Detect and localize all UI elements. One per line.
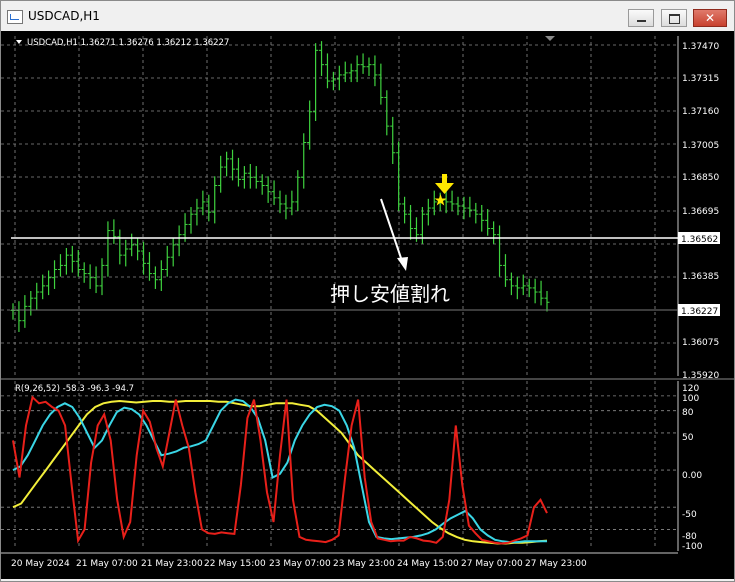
annotation-text: 押し安値割れ <box>330 282 450 306</box>
indicator-tick: 80 <box>682 408 694 418</box>
maximize-button[interactable] <box>661 9 687 27</box>
support-price-label: 1.36562 <box>681 235 718 245</box>
price-tick: 1.36695 <box>682 207 719 217</box>
chart-area[interactable]: 1.37470 1.37315 1.37160 1.37005 1.36850 … <box>1 31 734 579</box>
indicator-tick: 50 <box>682 433 694 443</box>
time-tick: 27 May 23:00 <box>525 559 587 569</box>
price-tick: 1.36850 <box>682 173 719 183</box>
indicator-tick: -80 <box>682 532 697 542</box>
time-tick: 22 May 15:00 <box>204 559 266 569</box>
indicator-tick: -50 <box>682 510 697 520</box>
indicator-header: R(9,26,52) -58.3 -96.3 -94.7 <box>15 384 134 394</box>
close-icon: ✕ <box>704 11 716 25</box>
time-tick: 23 May 07:00 <box>269 559 331 569</box>
price-tick: 1.36385 <box>682 272 719 282</box>
current-price-label: 1.36227 <box>681 307 718 317</box>
time-axis: 20 May 2024 21 May 07:00 21 May 23:00 22… <box>11 559 587 569</box>
time-tick: 21 May 07:00 <box>76 559 138 569</box>
time-tick: 20 May 2024 <box>11 559 70 569</box>
price-tick: 1.36075 <box>682 338 719 348</box>
indicator-tick: 100 <box>682 394 699 404</box>
price-tick: 1.37470 <box>682 42 719 52</box>
title-bar[interactable]: USDCAD,H1 ✕ <box>1 1 734 31</box>
close-button[interactable]: ✕ <box>693 9 727 27</box>
time-tick: 21 May 23:00 <box>141 559 203 569</box>
time-tick: 27 May 07:00 <box>461 559 523 569</box>
indicator-tick: -100 <box>682 542 703 552</box>
minimize-button[interactable] <box>628 9 654 27</box>
time-tick: 24 May 15:00 <box>397 559 459 569</box>
price-tick: 1.37005 <box>682 141 719 151</box>
indicator-tick: 0.00 <box>682 471 702 481</box>
terminal-window: USDCAD,H1 ✕ 1.37470 1.37315 1.37160 1.37… <box>0 0 735 582</box>
price-tick: 1.37160 <box>682 107 719 117</box>
time-tick: 23 May 23:00 <box>333 559 395 569</box>
price-tick: 1.37315 <box>682 74 719 84</box>
price-chart-header: USDCAD,H1 1.36271 1.36276 1.36212 1.3622… <box>27 38 229 48</box>
chart-window-icon <box>7 10 23 24</box>
window-title: USDCAD,H1 <box>28 9 100 23</box>
indicator-tick: 120 <box>682 384 699 394</box>
